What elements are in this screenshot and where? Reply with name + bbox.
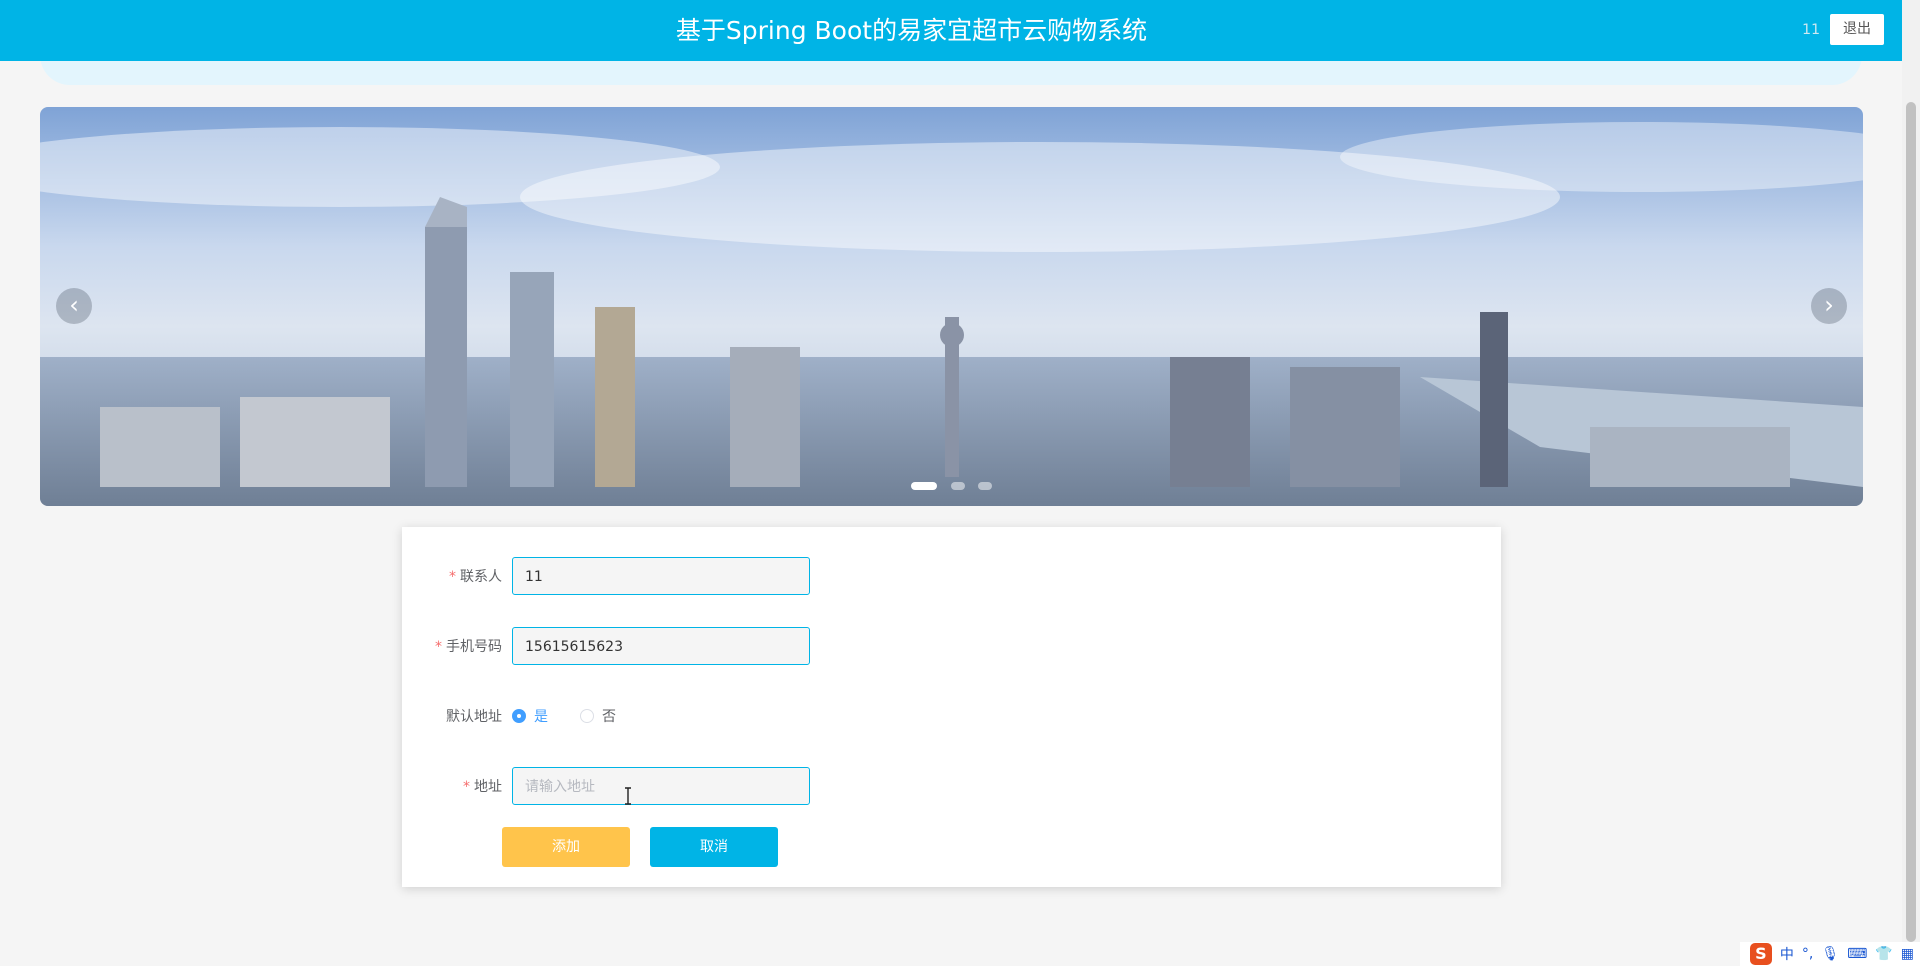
ime-lang-toggle[interactable]: 中 (1780, 944, 1794, 964)
carousel-prev-button[interactable]: ‹ (56, 288, 92, 324)
required-mark: * (463, 779, 470, 795)
ime-toolbar[interactable]: S 中 °, 🎙 ⌨ 👕 ▦ (1740, 942, 1920, 966)
phone-label: 手机号码 (446, 639, 502, 655)
default-address-label: 默认地址 (446, 709, 502, 725)
address-input[interactable]: 请输入地址 (512, 767, 810, 805)
cancel-button[interactable]: 取消 (650, 827, 778, 867)
keyboard-icon[interactable]: ⌨ (1847, 946, 1867, 962)
username: 11 (1802, 22, 1820, 38)
carousel-indicators (40, 475, 1863, 494)
required-mark: * (449, 569, 456, 585)
ime-punct-toggle[interactable]: °, (1802, 946, 1813, 962)
default-address-row: 默认地址 是 否 (402, 696, 1501, 738)
phone-row: * 手机号码 15615615623 (402, 626, 1501, 668)
system-title: 基于Spring Boot的易家宜超市云购物系统 (675, 16, 1148, 45)
top-header: 基于Spring Boot的易家宜超市云购物系统 11 退出 (0, 0, 1902, 61)
logout-button[interactable]: 退出 (1830, 14, 1884, 45)
text-cursor-icon (625, 787, 631, 805)
default-yes-radio[interactable]: 是 (512, 696, 548, 738)
carousel-indicator-2[interactable] (950, 482, 965, 490)
radio-checked-icon (512, 709, 526, 723)
banner-carousel[interactable]: ‹ › (40, 107, 1863, 506)
shirt-icon[interactable]: 👕 (1875, 946, 1892, 962)
address-form: * 联系人 11 * 手机号码 15615615623 默认地址 是 否 * 地址 请… (402, 527, 1501, 887)
carousel-next-button[interactable]: › (1811, 288, 1847, 324)
address-label: 地址 (474, 779, 502, 795)
required-mark: * (435, 639, 442, 655)
radio-unchecked-icon (580, 709, 594, 723)
scrollbar-thumb[interactable] (1906, 102, 1916, 942)
chevron-right-icon: › (1824, 291, 1834, 319)
city-skyline-image (40, 107, 1863, 506)
address-row: * 地址 请输入地址 (402, 766, 1501, 808)
default-no-radio[interactable]: 否 (580, 696, 616, 738)
chevron-left-icon: ‹ (69, 291, 79, 319)
carousel-indicator-1[interactable] (911, 482, 938, 490)
add-button[interactable]: 添加 (502, 827, 630, 867)
contact-input[interactable]: 11 (512, 557, 810, 595)
phone-input[interactable]: 15615615623 (512, 627, 810, 665)
carousel-indicator-3[interactable] (977, 482, 992, 490)
contact-row: * 联系人 11 (402, 556, 1501, 598)
microphone-icon[interactable]: 🎙 (1821, 946, 1839, 962)
page-scrollbar[interactable] (1902, 0, 1920, 966)
contact-label: 联系人 (460, 569, 502, 585)
sogou-logo-icon[interactable]: S (1749, 943, 1772, 965)
grid-icon[interactable]: ▦ (1901, 946, 1914, 962)
